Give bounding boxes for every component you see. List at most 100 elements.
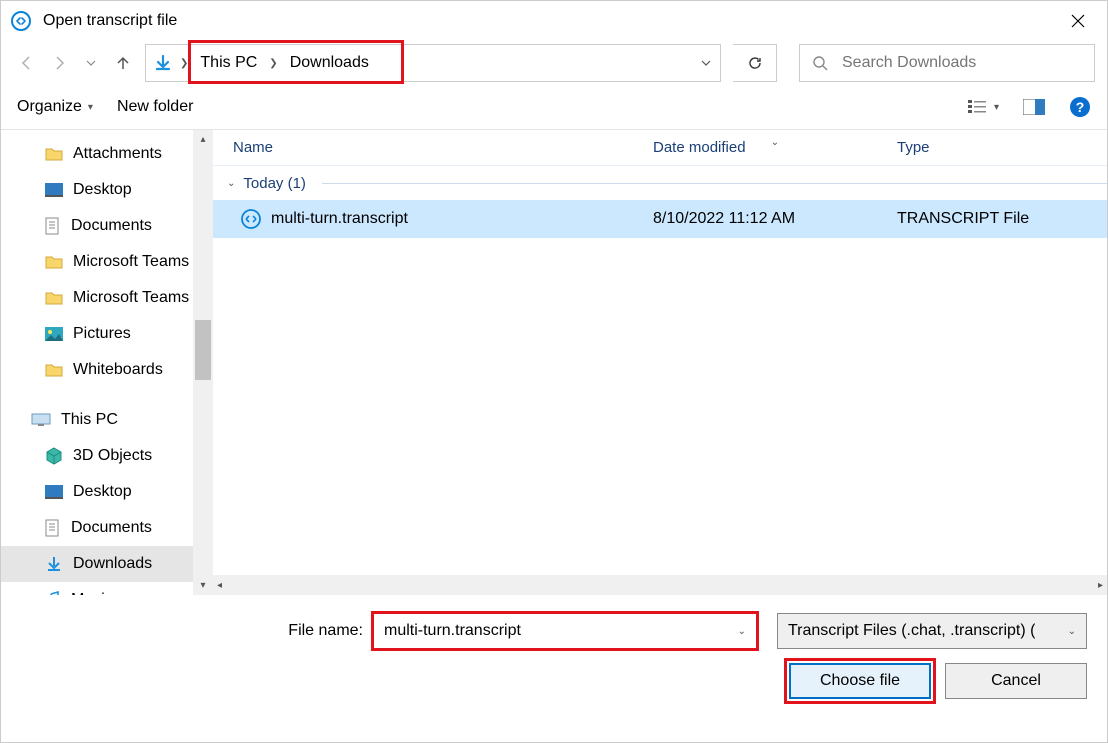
tree-label: Desktop <box>73 181 132 199</box>
title-bar: Open transcript file <box>1 1 1107 41</box>
h-scrollbar[interactable]: ◂ ▸ <box>213 575 1107 595</box>
folder-icon <box>45 254 63 270</box>
col-date-header[interactable]: Date modified ⌄ <box>653 139 897 156</box>
sort-desc-icon: ⌄ <box>771 137 779 148</box>
address-bar[interactable]: ❯ This PC ❯ Downloads <box>145 44 721 82</box>
address-dropdown[interactable] <box>700 57 712 69</box>
chevron-right-icon: ❯ <box>180 58 188 69</box>
cancel-button[interactable]: Cancel <box>945 663 1087 699</box>
tree-item[interactable]: 3D Objects <box>1 438 213 474</box>
tree-item[interactable]: Microsoft Teams <box>1 280 213 316</box>
tree-item[interactable]: Desktop <box>1 172 213 208</box>
tree-label: Documents <box>71 519 152 537</box>
tree-item[interactable]: Microsoft Teams <box>1 244 213 280</box>
chevron-down-icon[interactable]: ⌄ <box>738 626 746 637</box>
tree-label: Pictures <box>73 325 131 343</box>
chevron-down-icon: ▾ <box>994 102 999 113</box>
recent-dropdown[interactable] <box>81 53 101 73</box>
choose-file-button[interactable]: Choose file <box>789 663 931 699</box>
downloads-icon <box>154 54 172 72</box>
group-header[interactable]: ⌄ Today (1) <box>213 166 1107 200</box>
close-button[interactable] <box>1059 8 1097 34</box>
breadcrumb-this-pc[interactable]: This PC <box>196 50 261 76</box>
file-type-filter[interactable]: Transcript Files (.chat, .transcript) ( … <box>777 613 1087 649</box>
preview-pane-button[interactable] <box>1023 93 1045 121</box>
documents-icon <box>45 519 61 537</box>
file-name: multi-turn.transcript <box>271 210 408 228</box>
tree-item[interactable]: Pictures <box>1 316 213 352</box>
tree-label: Downloads <box>73 555 152 573</box>
folder-icon <box>45 146 63 162</box>
file-icon <box>241 209 261 229</box>
window-title: Open transcript file <box>43 12 1059 30</box>
tree-label: Microsoft Teams <box>73 253 189 271</box>
forward-button <box>49 53 69 73</box>
tree-item[interactable]: Desktop <box>1 474 213 510</box>
file-date: 8/10/2022 11:12 AM <box>653 210 897 228</box>
tree-this-pc[interactable]: This PC <box>1 402 213 438</box>
tree-label: 3D Objects <box>73 447 152 465</box>
nav-bar: ❯ This PC ❯ Downloads <box>1 41 1107 85</box>
pc-icon <box>31 413 51 427</box>
new-folder-button[interactable]: New folder <box>117 93 193 121</box>
file-list: Name Date modified ⌄ Type ⌄ Today (1) mu… <box>213 130 1107 595</box>
scroll-up-icon[interactable]: ▴ <box>200 134 205 145</box>
folder-icon <box>45 290 63 306</box>
file-name-value: multi-turn.transcript <box>384 622 521 640</box>
preview-icon <box>1023 99 1045 115</box>
tree-label: Microsoft Teams <box>73 289 189 307</box>
svg-text:?: ? <box>1076 99 1085 115</box>
search-box[interactable] <box>799 44 1095 82</box>
chevron-right-icon: ❯ <box>269 58 277 69</box>
up-button[interactable] <box>113 53 133 73</box>
search-icon <box>812 55 828 71</box>
tree-label: This PC <box>61 411 118 429</box>
scroll-left-icon[interactable]: ◂ <box>217 580 222 591</box>
refresh-button[interactable] <box>733 44 777 82</box>
desktop-icon <box>45 485 63 499</box>
tree-item-downloads[interactable]: Downloads <box>1 546 213 582</box>
tree-label: Desktop <box>73 483 132 501</box>
tree-item[interactable]: Documents <box>1 208 213 244</box>
tree-scrollbar[interactable]: ▴ ▾ <box>193 130 213 595</box>
documents-icon <box>45 217 61 235</box>
chevron-down-icon: ▾ <box>88 102 93 113</box>
folder-icon <box>45 362 63 378</box>
folder-tree: Attachments Desktop Documents Microsoft … <box>1 130 213 595</box>
downloads-icon <box>45 555 63 573</box>
organize-menu[interactable]: Organize ▾ <box>17 93 93 121</box>
filter-label: Transcript Files (.chat, .transcript) ( <box>788 622 1035 640</box>
desktop-icon <box>45 183 63 197</box>
view-menu[interactable]: ▾ <box>968 93 999 121</box>
col-type-header[interactable]: Type <box>897 139 1107 156</box>
organize-label: Organize <box>17 98 82 116</box>
chevron-down-icon: ⌄ <box>227 178 235 189</box>
tree-item[interactable]: Documents <box>1 510 213 546</box>
search-input[interactable] <box>840 53 1082 73</box>
file-row[interactable]: multi-turn.transcript 8/10/2022 11:12 AM… <box>213 200 1107 238</box>
back-button <box>17 53 37 73</box>
chevron-down-icon: ⌄ <box>1068 626 1076 637</box>
app-icon <box>11 11 31 31</box>
help-button[interactable]: ? <box>1069 93 1091 121</box>
tree-item[interactable]: Attachments <box>1 136 213 172</box>
list-view-icon <box>968 99 988 115</box>
pictures-icon <box>45 327 63 341</box>
tree-label: Documents <box>71 217 152 235</box>
breadcrumb-downloads[interactable]: Downloads <box>286 50 373 76</box>
tree-item[interactable]: Whiteboards <box>1 352 213 388</box>
tree-item[interactable]: Music <box>1 582 213 595</box>
scroll-right-icon[interactable]: ▸ <box>1098 580 1103 591</box>
list-header: Name Date modified ⌄ Type <box>213 130 1107 166</box>
3d-icon <box>45 447 63 465</box>
footer: File name: multi-turn.transcript ⌄ Trans… <box>1 595 1107 711</box>
file-type: TRANSCRIPT File <box>897 210 1107 228</box>
tree-label: Attachments <box>73 145 162 163</box>
file-name-input[interactable]: multi-turn.transcript ⌄ <box>373 613 757 649</box>
col-name-header[interactable]: Name <box>213 139 653 156</box>
tree-label: Whiteboards <box>73 361 163 379</box>
scrollbar-thumb[interactable] <box>195 320 211 380</box>
help-icon: ? <box>1069 96 1091 118</box>
toolbar: Organize ▾ New folder ▾ ? <box>1 85 1107 129</box>
scroll-down-icon[interactable]: ▾ <box>200 580 205 591</box>
